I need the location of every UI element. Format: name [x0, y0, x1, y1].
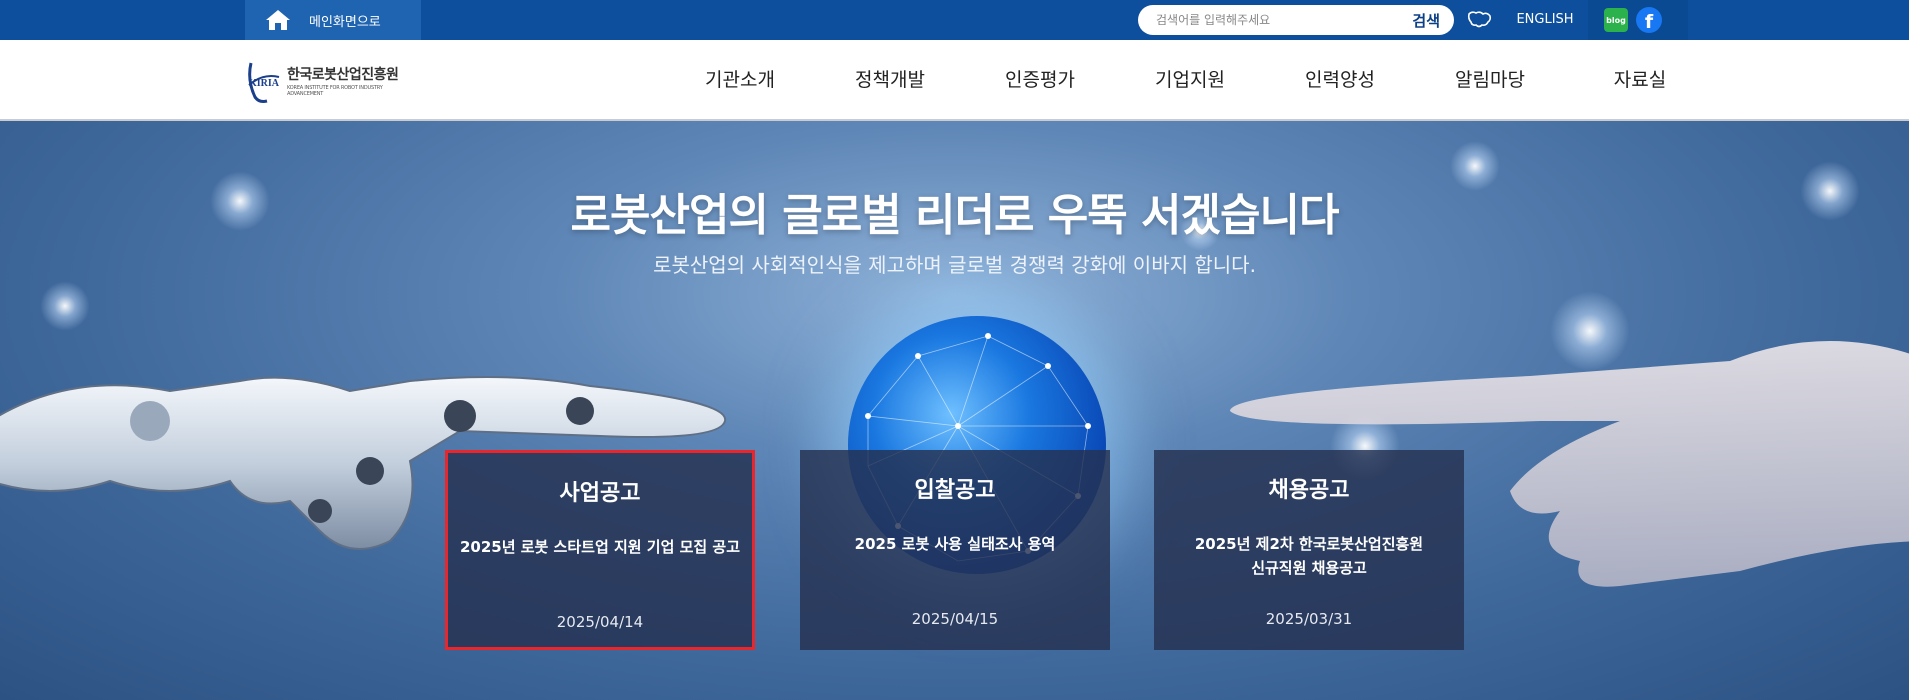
facebook-icon[interactable]: f	[1636, 7, 1662, 33]
nav-certification[interactable]: 인증평가	[990, 40, 1090, 120]
hero-subtitle: 로봇산업의 사회적인식을 제고하며 글로벌 경쟁력 강화에 이바지 합니다.	[653, 253, 1256, 277]
card-description: 2025 로봇 사용 실태조사 용역	[854, 535, 1056, 553]
nav-training[interactable]: 인력양성	[1290, 40, 1390, 120]
nav-notice[interactable]: 알림마당	[1440, 40, 1540, 120]
logo-name: 한국로봇산업진흥원	[287, 66, 399, 83]
search-button[interactable]: 검색	[1412, 10, 1440, 31]
card-title: 입찰공고	[914, 478, 996, 503]
blog-icon[interactable]: blog	[1604, 8, 1628, 32]
card-recruit-notice[interactable]: 채용공고 2025년 제2차 한국로봇산업진흥원 신규직원 채용공고 2025/…	[1154, 450, 1464, 650]
card-title: 채용공고	[1268, 478, 1350, 503]
hero-banner: 로봇산업의 글로벌 리더로 우뚝 서겠습니다 로봇산업의 사회적인식을 제고하며…	[0, 121, 1909, 700]
nav-about[interactable]: 기관소개	[690, 40, 790, 120]
hero-title: 로봇산업의 글로벌 리더로 우뚝 서겠습니다	[570, 190, 1340, 241]
main-header: KIRIA 한국로봇산업진흥원 KOREA INSTITUTE FOR ROBO…	[0, 40, 1909, 120]
card-date: 2025/04/15	[911, 610, 999, 628]
nav-archive[interactable]: 자료실	[1590, 40, 1690, 120]
card-title: 사업공고	[559, 481, 641, 506]
card-business-notice[interactable]: 사업공고 2025년 로봇 스타트업 지원 기업 모집 공고 2025/04/1…	[445, 450, 755, 650]
card-date: 2025/04/14	[556, 613, 644, 631]
nav-business-support[interactable]: 기업지원	[1140, 40, 1240, 120]
top-utility-bar: 메인화면으로 검색 ENGLISH blog f	[0, 0, 1909, 40]
search-box: 검색	[1138, 5, 1454, 35]
korea-map-icon[interactable]	[1466, 8, 1494, 32]
search-input[interactable]	[1156, 13, 1413, 27]
english-link[interactable]: ENGLISH	[1504, 0, 1586, 40]
card-date: 2025/03/31	[1265, 610, 1353, 628]
card-description: 2025년 제2차 한국로봇산업진흥원 신규직원 채용공고	[1194, 535, 1424, 577]
sns-links: blog f	[1588, 0, 1688, 40]
card-description: 2025년 로봇 스타트업 지원 기업 모집 공고	[459, 538, 741, 556]
card-bid-notice[interactable]: 입찰공고 2025 로봇 사용 실태조사 용역 2025/04/15	[800, 450, 1110, 650]
nav-policy[interactable]: 정책개발	[840, 40, 940, 120]
logo-english-name: KOREA INSTITUTE FOR ROBOT INDUSTRY ADVAN…	[287, 84, 383, 97]
home-button[interactable]: 메인화면으로	[245, 0, 421, 40]
kiria-logo[interactable]: KIRIA 한국로봇산업진흥원 KOREA INSTITUTE FOR ROBO…	[245, 54, 415, 106]
svg-text:KIRIA: KIRIA	[249, 78, 280, 89]
home-label: 메인화면으로	[309, 14, 381, 30]
logo-mark-icon: KIRIA	[245, 55, 283, 105]
home-icon	[265, 9, 291, 31]
